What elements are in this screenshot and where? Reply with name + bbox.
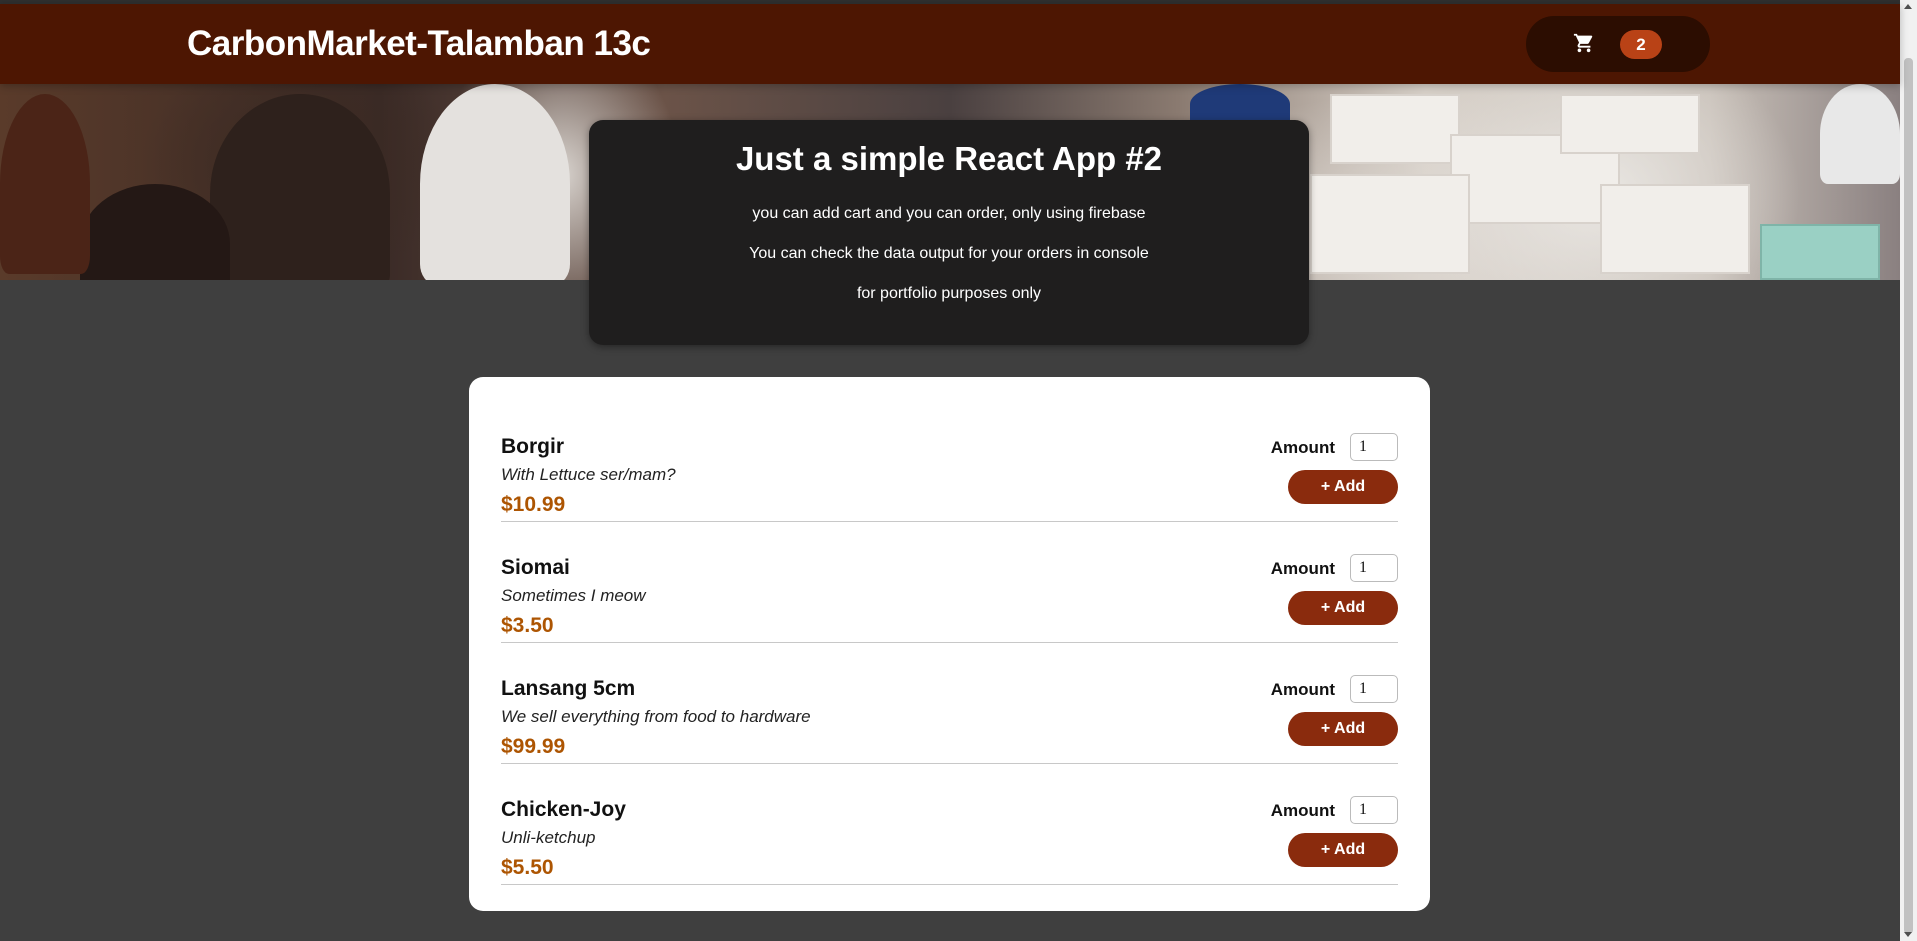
meals-list: Borgir With Lettuce ser/mam? $10.99 Amou… bbox=[469, 377, 1430, 911]
meal-name: Borgir bbox=[501, 435, 564, 458]
scroll-up-arrow-icon[interactable] bbox=[1904, 4, 1912, 9]
add-to-cart-button[interactable]: + Add bbox=[1288, 591, 1398, 625]
hero-crate bbox=[1560, 94, 1700, 154]
summary-panel: Just a simple React App #2 you can add c… bbox=[589, 120, 1309, 345]
meal-name: Lansang 5cm bbox=[501, 677, 636, 700]
meal-description: Sometimes I meow bbox=[501, 586, 646, 605]
hero-figure bbox=[0, 94, 90, 274]
meal-item: Lansang 5cm We sell everything from food… bbox=[501, 643, 1398, 764]
hero-figure bbox=[210, 94, 390, 280]
app-header: CarbonMarket-Talamban 13c 2 bbox=[0, 4, 1900, 84]
add-to-cart-button[interactable]: + Add bbox=[1288, 833, 1398, 867]
add-to-cart-button[interactable]: + Add bbox=[1288, 712, 1398, 746]
meal-description: We sell everything from food to hardware bbox=[501, 707, 811, 726]
amount-input[interactable] bbox=[1350, 433, 1398, 461]
meal-price: $99.99 bbox=[501, 735, 566, 758]
meal-description: With Lettuce ser/mam? bbox=[501, 465, 676, 484]
summary-line: for portfolio purposes only bbox=[856, 285, 1042, 302]
meal-price: $3.50 bbox=[501, 614, 554, 637]
cart-button[interactable]: 2 bbox=[1526, 16, 1710, 72]
summary-heading: Just a simple React App #2 bbox=[735, 140, 1163, 177]
hero-crate bbox=[1330, 94, 1460, 164]
amount-label: Amount bbox=[1270, 801, 1335, 820]
hero-crate bbox=[1310, 174, 1470, 274]
scroll-down-arrow-icon[interactable] bbox=[1904, 932, 1912, 937]
meal-price: $5.50 bbox=[501, 856, 554, 879]
amount-label: Amount bbox=[1270, 438, 1335, 457]
app-title: CarbonMarket-Talamban 13c bbox=[187, 24, 651, 63]
page-scrollbar[interactable] bbox=[1900, 0, 1917, 941]
amount-label: Amount bbox=[1270, 559, 1335, 578]
hero-figure bbox=[420, 84, 570, 280]
meal-name: Chicken-Joy bbox=[501, 798, 626, 821]
meal-item: Siomai Sometimes I meow $3.50 Amount + A… bbox=[501, 522, 1398, 643]
summary-line: you can add cart and you can order, only… bbox=[752, 205, 1146, 222]
hero-figure bbox=[1190, 84, 1290, 124]
scrollbar-thumb[interactable] bbox=[1904, 58, 1913, 934]
hero-crate bbox=[1600, 184, 1750, 274]
meal-item: Chicken-Joy Unli-ketchup $5.50 Amount + … bbox=[501, 764, 1398, 885]
meal-price: $10.99 bbox=[501, 493, 566, 516]
add-to-cart-button[interactable]: + Add bbox=[1288, 470, 1398, 504]
amount-label: Amount bbox=[1270, 680, 1335, 699]
hero-figure bbox=[80, 184, 230, 280]
shopping-cart-icon bbox=[1573, 32, 1595, 54]
hero-figure bbox=[1820, 84, 1900, 184]
amount-input[interactable] bbox=[1350, 675, 1398, 703]
amount-input[interactable] bbox=[1350, 796, 1398, 824]
meal-name: Siomai bbox=[501, 556, 570, 579]
hero-crate bbox=[1760, 224, 1880, 280]
meal-item: Borgir With Lettuce ser/mam? $10.99 Amou… bbox=[501, 401, 1398, 522]
summary-line: You can check the data output for your o… bbox=[749, 245, 1149, 262]
amount-input[interactable] bbox=[1350, 554, 1398, 582]
meal-description: Unli-ketchup bbox=[501, 828, 596, 847]
cart-count-badge: 2 bbox=[1620, 30, 1662, 59]
